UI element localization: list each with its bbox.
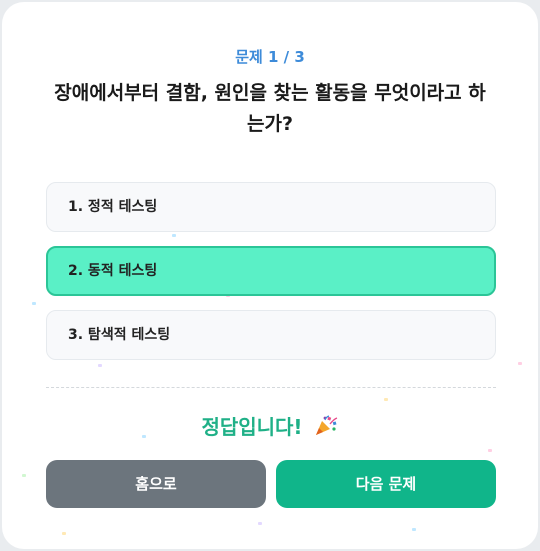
question-text: 장애에서부터 결함, 원인을 찾는 활동을 무엇이라고 하는가? [54,82,486,135]
confetti-piece [62,532,66,535]
confetti-piece [32,302,36,305]
confetti-piece [488,449,492,452]
option-2[interactable]: 2. 동적 테스팅 [46,246,496,296]
divider [46,387,496,388]
confetti-piece [518,362,522,365]
option-label: 1. 정적 테스팅 [68,199,158,215]
result-message: 정답입니다! [2,411,538,440]
confetti-piece [172,234,176,237]
confetti-piece [412,528,416,531]
option-label: 2. 동적 테스팅 [68,263,158,279]
result-text: 정답입니다! [201,415,303,439]
confetti-piece [384,398,388,401]
confetti-piece [98,364,102,367]
confetti-piece [258,522,262,525]
option-3[interactable]: 3. 탐색적 테스팅 [46,310,496,360]
option-label: 3. 탐색적 테스팅 [68,327,171,343]
party-popper-icon [313,415,339,437]
quiz-card: 문제 1 / 3 장애에서부터 결함, 원인을 찾는 활동을 무엇이라고 하는가… [2,2,538,549]
option-1[interactable]: 1. 정적 테스팅 [46,182,496,232]
home-button[interactable]: 홈으로 [46,460,266,508]
confetti-piece [22,474,26,477]
next-question-button[interactable]: 다음 문제 [276,460,496,508]
question-progress: 문제 1 / 3 [235,48,305,66]
